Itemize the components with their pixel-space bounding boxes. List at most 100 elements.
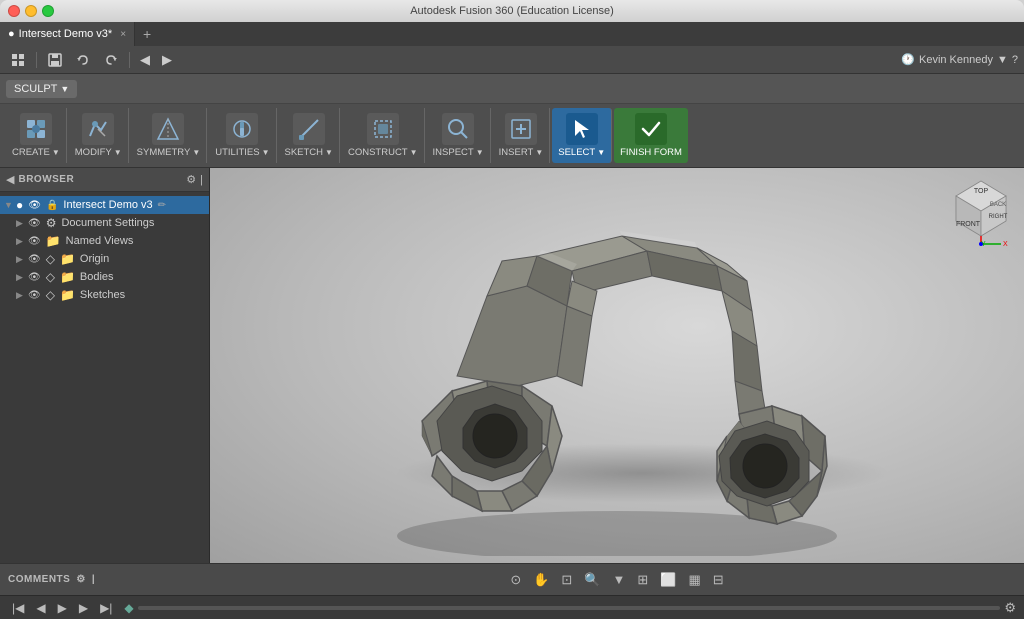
ribbon-inspect[interactable]: INSPECT▼ <box>427 108 491 163</box>
tree-label-sketches: Sketches <box>80 289 125 301</box>
ribbon-symmetry[interactable]: SYMMETRY▼ <box>131 108 208 163</box>
main-area: ◀ BROWSER ⚙ | ▼ ● 👁 🔒 Intersect Demo v3 … <box>0 168 1024 563</box>
separator <box>36 52 37 68</box>
tree-label-bodies: Bodies <box>80 271 114 283</box>
visual-style-icon[interactable]: ⬜ <box>657 570 679 590</box>
construct-icon <box>367 113 399 145</box>
tree-item-origin[interactable]: ▶ 👁 ◇ 📁 Origin <box>0 250 209 268</box>
sculpt-bar: SCULPT ▼ <box>0 74 1024 104</box>
browser-settings-icon[interactable]: ⚙ <box>186 173 196 186</box>
select-icon <box>566 113 598 145</box>
utilities-label: UTILITIES▼ <box>215 147 269 158</box>
zoom-icon[interactable]: 🔍 <box>581 570 603 590</box>
tab-intersect-demo[interactable]: ● Intersect Demo v3* × <box>0 22 135 46</box>
pan-icon[interactable]: ✋ <box>530 570 552 590</box>
zoom-dropdown-icon[interactable]: ▼ <box>610 570 629 589</box>
ribbon-utilities[interactable]: UTILITIES▼ <box>209 108 276 163</box>
insert-icon <box>505 113 537 145</box>
tree-folder-views: 📁 <box>46 234 61 248</box>
sculpt-button[interactable]: SCULPT ▼ <box>6 80 77 98</box>
zoom-fit-icon[interactable]: ⊡ <box>558 570 575 590</box>
browser-pin-icon[interactable]: | <box>200 174 203 186</box>
tree-eye-views: 👁 <box>28 236 41 247</box>
timeline-icon: ◆ <box>124 601 133 615</box>
svg-text:Y: Y <box>981 241 986 246</box>
timeline-last-button[interactable]: ▶| <box>96 600 116 616</box>
ribbon-construct[interactable]: CONSTRUCT▼ <box>342 108 425 163</box>
user-menu[interactable]: 🕐 Kevin Kennedy ▼ ? <box>901 53 1018 66</box>
utilities-icon <box>226 113 258 145</box>
tree-arrow-root[interactable]: ▼ <box>4 200 14 210</box>
tree-folder-sketches: 📁 <box>60 288 75 302</box>
sculpt-arrow: ▼ <box>60 84 69 94</box>
home-button[interactable] <box>6 50 30 70</box>
tree-arrow-views[interactable]: ▶ <box>16 236 26 247</box>
ribbon-finish-form[interactable]: FINISH FORM <box>614 108 688 163</box>
ribbon-modify[interactable]: MODIFY▼ <box>69 108 129 163</box>
construct-label: CONSTRUCT▼ <box>348 147 418 158</box>
svg-text:X: X <box>1003 241 1008 246</box>
tree-edit-root[interactable]: ✏ <box>158 200 166 211</box>
ribbon-select[interactable]: SELECT▼ <box>552 108 612 163</box>
viewport[interactable]: TOP FRONT RIGHT BACK X Y <box>210 168 1024 563</box>
status-bar: COMMENTS ⚙ | ⊙ ✋ ⊡ 🔍 ▼ ⊞ ⬜ ▦ ⊟ <box>0 563 1024 595</box>
comments-settings-icon[interactable]: ⚙ <box>76 574 85 585</box>
comments-pin-icon[interactable]: | <box>92 574 95 585</box>
environment-icon[interactable]: ▦ <box>685 570 703 590</box>
collapse-icon[interactable]: ◀ <box>6 173 14 186</box>
view-cube[interactable]: TOP FRONT RIGHT BACK X Y <box>946 176 1016 246</box>
nav-forward-button[interactable]: ▶ <box>158 50 176 70</box>
ribbon-insert[interactable]: INSERT▼ <box>493 108 551 163</box>
clock-icon: 🕐 <box>901 53 915 66</box>
tab-close-button[interactable]: × <box>120 29 126 40</box>
inspect-label: INSPECT▼ <box>433 147 484 158</box>
timeline-bar: |◀ ◀ ▶ ▶ ▶| ◆ ⚙ <box>0 595 1024 619</box>
tree-item-bodies[interactable]: ▶ 👁 ◇ 📁 Bodies <box>0 268 209 286</box>
timeline-prev-button[interactable]: ◀ <box>32 600 49 616</box>
tree-arrow-origin[interactable]: ▶ <box>16 254 26 265</box>
finish-form-icon <box>635 113 667 145</box>
3d-model <box>327 176 907 556</box>
svg-text:FRONT: FRONT <box>956 221 981 228</box>
minimize-button[interactable] <box>25 5 37 17</box>
undo-button[interactable] <box>71 50 95 70</box>
finish-form-label: FINISH FORM <box>620 147 682 158</box>
tree-folder-bodies: 📁 <box>60 270 75 284</box>
user-arrow: ▼ <box>997 54 1008 66</box>
timeline-first-button[interactable]: |◀ <box>8 600 28 616</box>
tree-arrow-bodies[interactable]: ▶ <box>16 272 26 283</box>
ribbon-bar: CREATE▼ MODIFY▼ SYMMETRY▼ UTILITIES▼ <box>0 104 1024 168</box>
tree-arrow-sketches[interactable]: ▶ <box>16 290 26 301</box>
tree-arrow-doc[interactable]: ▶ <box>16 218 26 229</box>
timeline-next-button[interactable]: ▶ <box>75 600 92 616</box>
tree-eye-doc: 👁 <box>28 218 41 229</box>
timeline-settings-icon[interactable]: ⚙ <box>1004 600 1016 616</box>
redo-button[interactable] <box>99 50 123 70</box>
nav-back-button[interactable]: ◀ <box>136 50 154 70</box>
svg-text:RIGHT: RIGHT <box>989 214 1008 220</box>
display-settings-icon[interactable]: ⊟ <box>710 570 727 590</box>
tree-item-doc-settings[interactable]: ▶ 👁 ⚙ Document Settings <box>0 214 209 232</box>
tree-diamond-origin: ◇ <box>46 252 55 266</box>
orbit-icon[interactable]: ⊙ <box>507 570 524 590</box>
comments-panel: COMMENTS ⚙ | <box>8 574 218 585</box>
close-button[interactable] <box>8 5 20 17</box>
help-icon[interactable]: ? <box>1012 54 1018 66</box>
sculpt-label: SCULPT <box>14 83 57 95</box>
ribbon-create[interactable]: CREATE▼ <box>6 108 67 163</box>
ribbon-sketch[interactable]: SKETCH▼ <box>279 108 340 163</box>
save-button[interactable] <box>43 50 67 70</box>
tree-item-sketches[interactable]: ▶ 👁 ◇ 📁 Sketches <box>0 286 209 304</box>
title-bar: Autodesk Fusion 360 (Education License) <box>0 0 1024 22</box>
tab-add-button[interactable]: + <box>135 22 159 46</box>
symmetry-label: SYMMETRY▼ <box>137 147 201 158</box>
timeline-play-button[interactable]: ▶ <box>54 600 71 616</box>
tree-eye-root: 👁 <box>28 200 41 211</box>
timeline-track[interactable] <box>138 606 1001 610</box>
tree-item-root[interactable]: ▼ ● 👁 🔒 Intersect Demo v3 ✏ <box>0 196 209 214</box>
svg-text:TOP: TOP <box>974 188 989 195</box>
symmetry-icon <box>152 113 184 145</box>
tree-item-named-views[interactable]: ▶ 👁 📁 Named Views <box>0 232 209 250</box>
display-mode-icon[interactable]: ⊞ <box>634 570 651 590</box>
maximize-button[interactable] <box>42 5 54 17</box>
